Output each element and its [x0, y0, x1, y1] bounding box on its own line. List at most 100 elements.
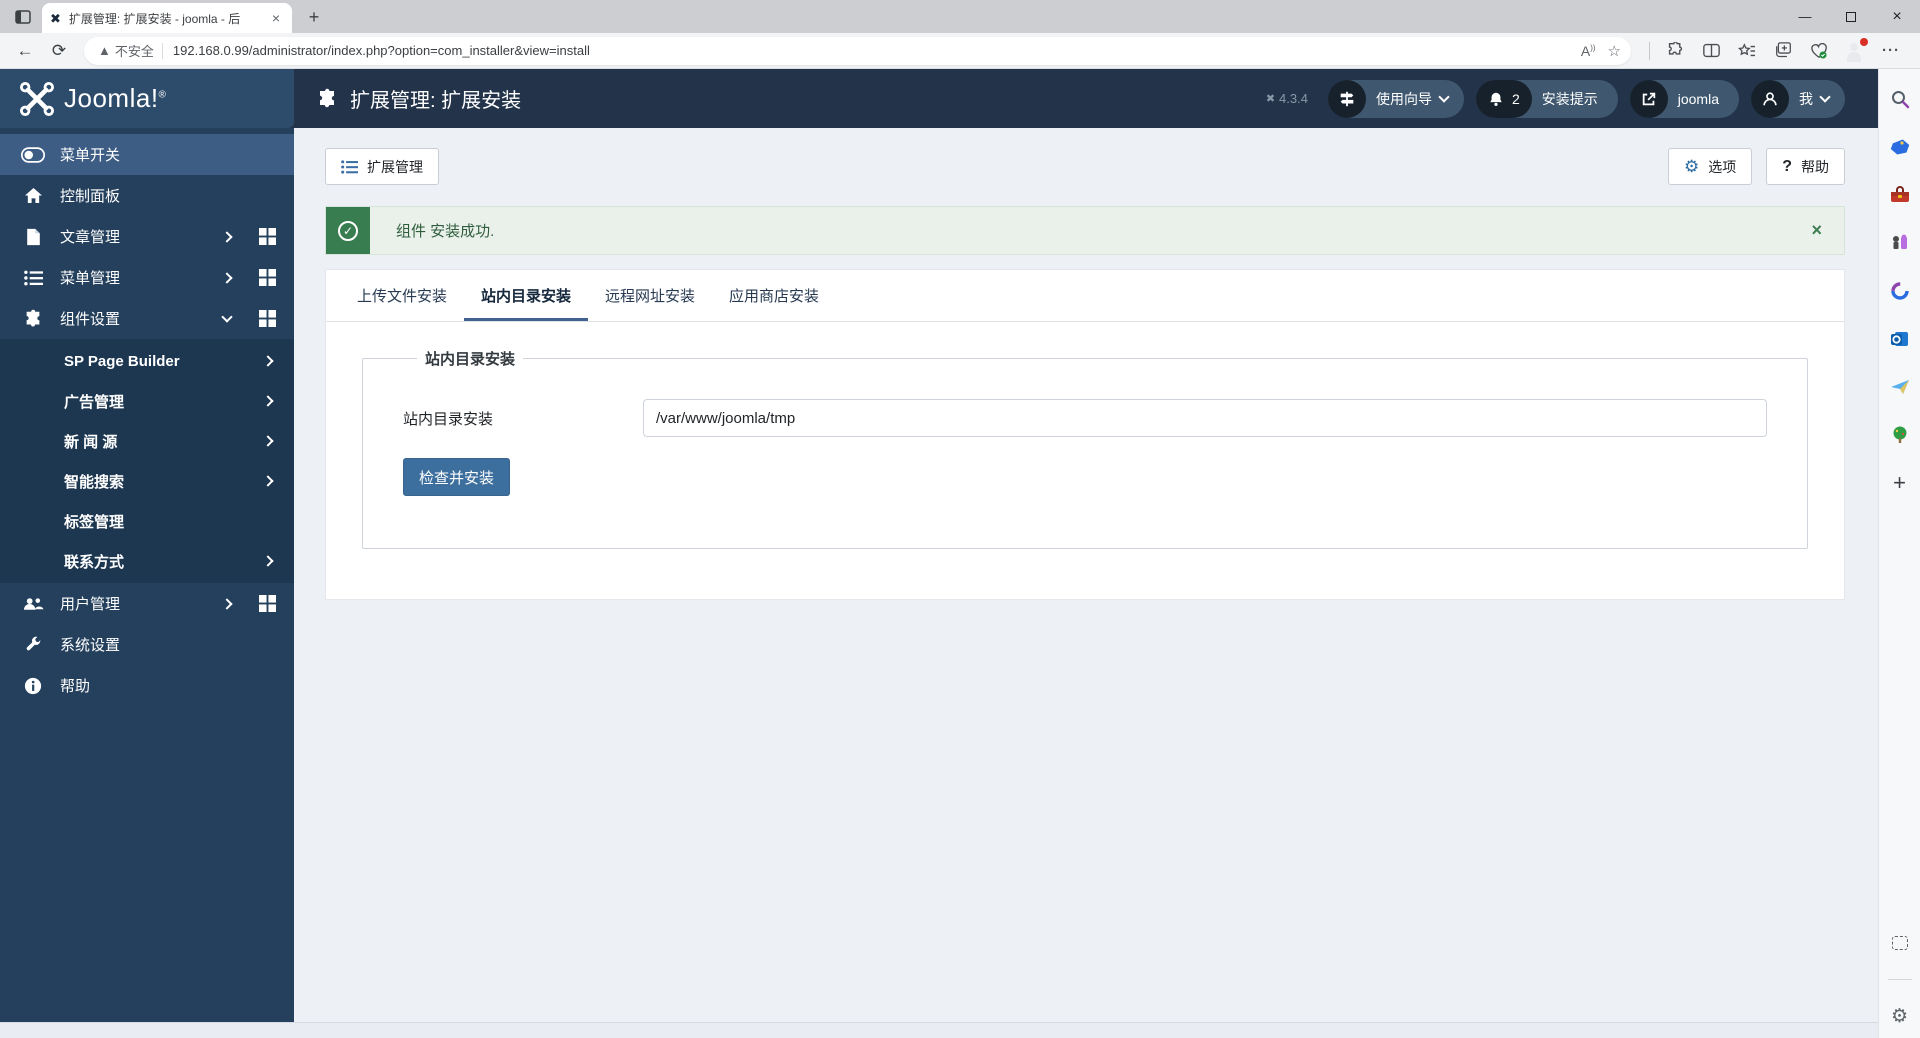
- settings-gear-icon[interactable]: ⚙: [1888, 1004, 1912, 1028]
- help-button[interactable]: ? 帮助: [1766, 148, 1845, 185]
- joomla-logo[interactable]: Joomla!®: [0, 69, 294, 128]
- users-icon: [20, 596, 46, 612]
- sidebar-item-components[interactable]: 组件设置: [0, 298, 294, 339]
- main-content: 扩展管理 ⚙ 选项 ? 帮助 ✓ 组件 安装成功. × 上传文件安装 站内目录安…: [294, 128, 1878, 1022]
- favorite-star-icon[interactable]: ☆: [1608, 42, 1621, 60]
- alert-close-icon[interactable]: ×: [1789, 207, 1844, 254]
- submenu-item-news-feeds[interactable]: 新 闻 源: [0, 421, 294, 461]
- read-aloud-icon[interactable]: A)): [1581, 43, 1596, 59]
- maximize-button[interactable]: [1828, 0, 1874, 33]
- chevron-right-icon: [262, 435, 274, 447]
- alert-status-badge: ✓: [326, 207, 370, 254]
- split-screen-icon[interactable]: [1700, 40, 1722, 62]
- toolbar-icons: ···: [1641, 37, 1910, 62]
- tab-upload-package[interactable]: 上传文件安装: [340, 270, 464, 321]
- plus-icon[interactable]: +: [1888, 470, 1912, 495]
- sidebar-item-system[interactable]: 系统设置: [0, 624, 294, 665]
- guided-tour-button[interactable]: 使用向导: [1327, 79, 1464, 118]
- chevron-right-icon: [262, 555, 274, 567]
- tab-title: 扩展管理: 扩展安装 - joomla - 后: [68, 11, 241, 26]
- chevron-down-icon: [1438, 91, 1450, 103]
- not-secure-warning-icon: ▲: [98, 43, 111, 58]
- collections-icon[interactable]: [1772, 40, 1794, 62]
- drop-plane-icon[interactable]: [1888, 375, 1912, 399]
- components-submenu: SP Page Builder 广告管理 新 闻 源 智能搜索 标签管理 联系方…: [0, 339, 294, 583]
- tab-close-icon[interactable]: ×: [268, 10, 284, 26]
- dashboard-grid-icon[interactable]: [259, 228, 276, 245]
- profile-avatar[interactable]: [1844, 37, 1868, 62]
- m365-icon[interactable]: [1888, 279, 1912, 303]
- joomla-version: ✖ 4.3.4: [1265, 91, 1308, 106]
- url-text[interactable]: 192.168.0.99/administrator/index.php?opt…: [173, 43, 1569, 58]
- page-toolbar: 扩展管理 ⚙ 选项 ? 帮助: [325, 148, 1845, 185]
- games-icon[interactable]: [1888, 231, 1912, 255]
- manage-extensions-button[interactable]: 扩展管理: [325, 148, 439, 185]
- joomla-logo-text: Joomla!®: [64, 83, 167, 113]
- chevron-right-icon: [221, 230, 233, 243]
- installer-card: 上传文件安装 站内目录安装 远程网址安装 应用商店安装 站内目录安装 站内目录安…: [325, 269, 1845, 600]
- sidebar-item-menus[interactable]: 菜单管理: [0, 257, 294, 298]
- installer-tabs: 上传文件安装 站内目录安装 远程网址安装 应用商店安装: [326, 270, 1844, 322]
- sidebar-item-content[interactable]: 文章管理: [0, 216, 294, 257]
- chevron-right-icon: [262, 475, 274, 487]
- submenu-item-tags[interactable]: 标签管理: [0, 501, 294, 541]
- dashboard-grid-icon[interactable]: [259, 269, 276, 286]
- not-secure-label: 不安全: [114, 44, 154, 59]
- install-from-folder-panel: 站内目录安装 站内目录安装 检查并安装: [326, 322, 1844, 599]
- fieldset-legend: 站内目录安装: [425, 351, 516, 368]
- favorites-list-icon[interactable]: [1736, 40, 1758, 62]
- search-icon[interactable]: [1888, 87, 1912, 111]
- close-button[interactable]: ×: [1874, 0, 1920, 33]
- bell-icon: [1490, 92, 1502, 106]
- dashboard-grid-icon[interactable]: [259, 595, 276, 612]
- options-button[interactable]: ⚙ 选项: [1667, 148, 1753, 185]
- joomla-version-icon: ✖: [1265, 93, 1276, 105]
- dashboard-grid-icon[interactable]: [259, 310, 276, 327]
- browser-menu-icon[interactable]: ···: [1880, 40, 1902, 62]
- submenu-item-sp-page-builder[interactable]: SP Page Builder: [0, 341, 294, 381]
- check-circle-icon: ✓: [338, 220, 358, 241]
- shopping-tag-icon[interactable]: [1888, 135, 1912, 159]
- chevron-right-icon: [262, 395, 274, 407]
- tab-install-from-url[interactable]: 远程网址安装: [588, 270, 712, 321]
- page-title-wrap: 扩展管理: 扩展安装: [316, 84, 521, 113]
- sidebar-item-menu-toggle[interactable]: 菜单开关: [0, 134, 294, 175]
- wrench-icon: [20, 636, 46, 654]
- maximize-icon: [1846, 11, 1856, 22]
- browser-tab[interactable]: ✖ 扩展管理: 扩展安装 - joomla - 后 ×: [42, 3, 292, 33]
- page-title: 扩展管理: 扩展安装: [350, 90, 522, 112]
- outlook-icon[interactable]: [1888, 327, 1912, 351]
- bottom-scrollbar-strip[interactable]: [0, 1022, 1878, 1038]
- address-bar[interactable]: ▲ 不安全 192.168.0.99/administrator/index.p…: [84, 36, 1631, 65]
- submenu-item-contacts[interactable]: 联系方式: [0, 541, 294, 581]
- browser-essentials-icon[interactable]: [1808, 40, 1830, 62]
- minimize-button[interactable]: —: [1782, 0, 1828, 33]
- submenu-item-smart-search[interactable]: 智能搜索: [0, 461, 294, 501]
- back-button[interactable]: ←: [10, 36, 40, 66]
- submenu-item-banners[interactable]: 广告管理: [0, 381, 294, 421]
- tree-icon[interactable]: [1888, 423, 1912, 447]
- user-menu-button[interactable]: 我: [1751, 79, 1845, 118]
- home-icon: [20, 187, 46, 204]
- tab-install-from-folder[interactable]: 站内目录安装: [464, 270, 589, 321]
- notification-count: 2: [1511, 90, 1520, 107]
- sidebar-item-dashboard[interactable]: 控制面板: [0, 175, 294, 216]
- extensions-puzzle-icon[interactable]: [1664, 40, 1686, 62]
- sidebar-item-users[interactable]: 用户管理: [0, 583, 294, 624]
- avatar-notification-dot: [1860, 37, 1868, 46]
- install-folder-input[interactable]: [643, 399, 1767, 437]
- sidebar-item-help[interactable]: 帮助: [0, 665, 294, 706]
- external-link-icon: [1629, 79, 1668, 118]
- tab-install-from-web[interactable]: 应用商店安装: [712, 270, 836, 321]
- address-divider: [161, 42, 163, 59]
- toolbox-icon[interactable]: [1888, 183, 1912, 207]
- vertical-tabs-button[interactable]: [8, 4, 38, 30]
- window-controls: — ×: [1782, 0, 1920, 33]
- preview-site-button[interactable]: joomla: [1629, 79, 1739, 118]
- new-tab-button[interactable]: +: [300, 3, 328, 31]
- reload-button[interactable]: ⟳: [44, 36, 74, 66]
- check-and-install-button[interactable]: 检查并安装: [403, 458, 511, 496]
- post-install-messages-button[interactable]: 2 安装提示: [1475, 79, 1618, 118]
- web-capture-icon[interactable]: [1888, 931, 1912, 955]
- puzzle-icon: [316, 88, 338, 110]
